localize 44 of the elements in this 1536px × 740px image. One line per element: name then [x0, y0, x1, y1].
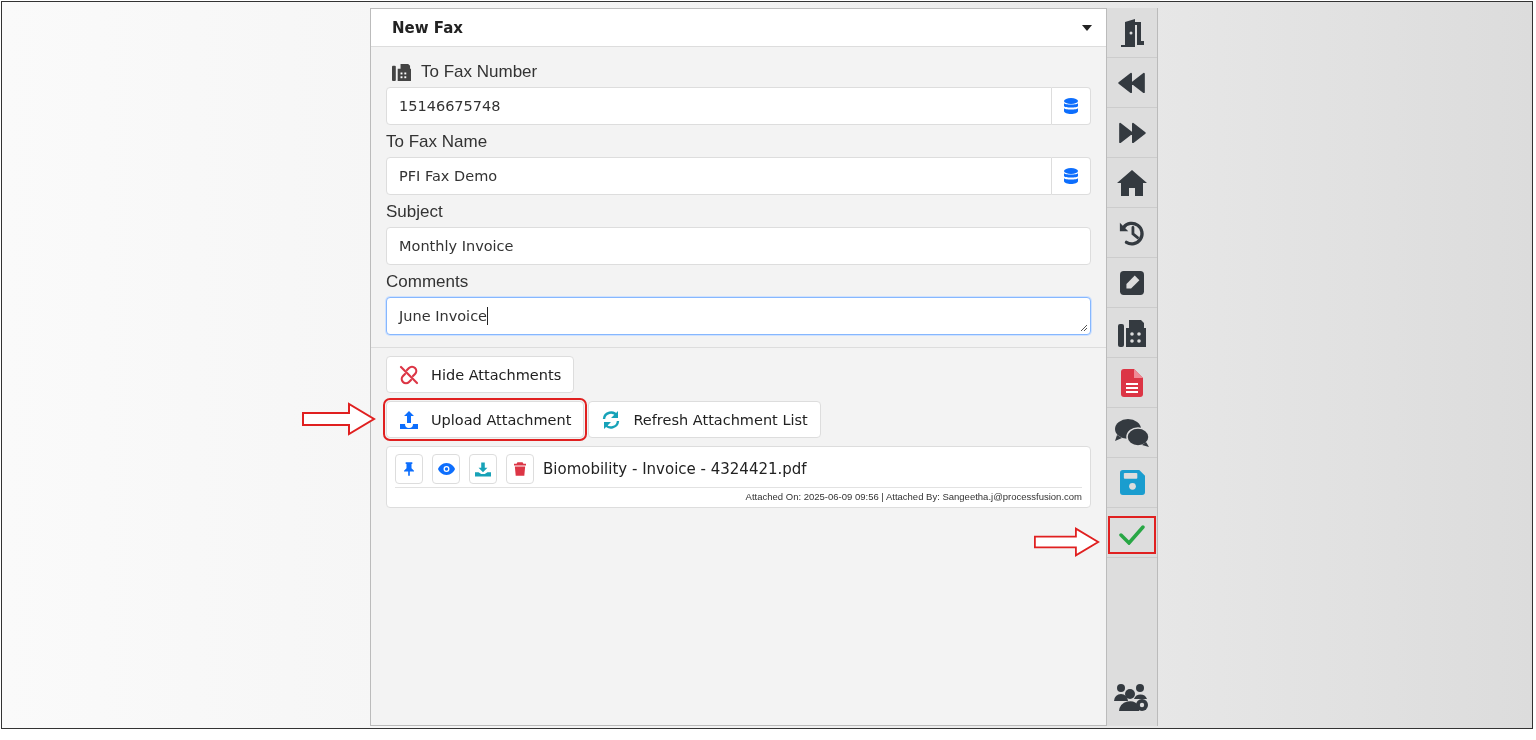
trash-icon — [514, 462, 526, 476]
document-icon — [1121, 368, 1143, 397]
download-button[interactable] — [469, 454, 497, 484]
hide-attachments-button[interactable]: Hide Attachments — [386, 356, 575, 393]
comments-field[interactable]: June Invoice — [386, 297, 1091, 335]
pin-icon — [404, 462, 414, 476]
field-label: Comments — [386, 272, 469, 292]
input-field[interactable]: PFI Fax Demo — [386, 157, 1052, 195]
refresh-icon — [601, 409, 622, 430]
rewind-icon — [1118, 71, 1146, 94]
field-label: To Fax Number — [421, 62, 538, 82]
input-field[interactable]: Monthly Invoice — [386, 227, 1091, 265]
pin-button[interactable] — [395, 454, 423, 484]
lookup-button[interactable] — [1052, 157, 1091, 195]
delete-button[interactable] — [506, 454, 534, 484]
view-button[interactable] — [432, 454, 460, 484]
attachment-meta: Attached On: 2025-06-09 09:56 | Attached By: Sangeetha.j@processfusion.com — [744, 490, 1082, 502]
input-field[interactable]: 15146675748 — [386, 87, 1052, 125]
users-gear-icon — [1114, 682, 1150, 712]
upload-icon — [399, 409, 419, 430]
eye-icon — [437, 463, 455, 475]
pencil-square-icon — [1120, 270, 1144, 295]
panel-header[interactable]: New Fax — [371, 9, 1106, 47]
field-label: To Fax Name — [386, 132, 488, 152]
upload-attachment-button[interactable]: Upload Attachment — [386, 401, 585, 438]
chat-bubbles-icon — [1114, 417, 1150, 448]
database-icon — [1064, 168, 1078, 184]
database-icon — [1064, 98, 1078, 114]
checkmark-icon — [1119, 524, 1145, 545]
download-icon — [475, 461, 491, 477]
home-icon — [1116, 168, 1148, 197]
arrow-annotation — [1034, 526, 1100, 558]
confirm-button[interactable] — [1110, 517, 1154, 552]
fax-icon — [1117, 317, 1147, 348]
fax-icon — [392, 62, 411, 82]
lookup-button[interactable] — [1052, 87, 1091, 125]
caret-icon — [1082, 24, 1092, 31]
resize-handle-icon[interactable] — [1080, 324, 1088, 332]
panel-title: New Fax — [392, 18, 463, 37]
refresh-attachment-list-button[interactable]: Refresh Attachment List — [588, 401, 821, 438]
field-label: Subject — [386, 202, 443, 222]
attachment-file-name: Biomobility - Invoice - 4324421.pdf — [543, 460, 807, 478]
broken-link-icon — [399, 364, 419, 385]
fast-forward-icon — [1118, 121, 1146, 144]
